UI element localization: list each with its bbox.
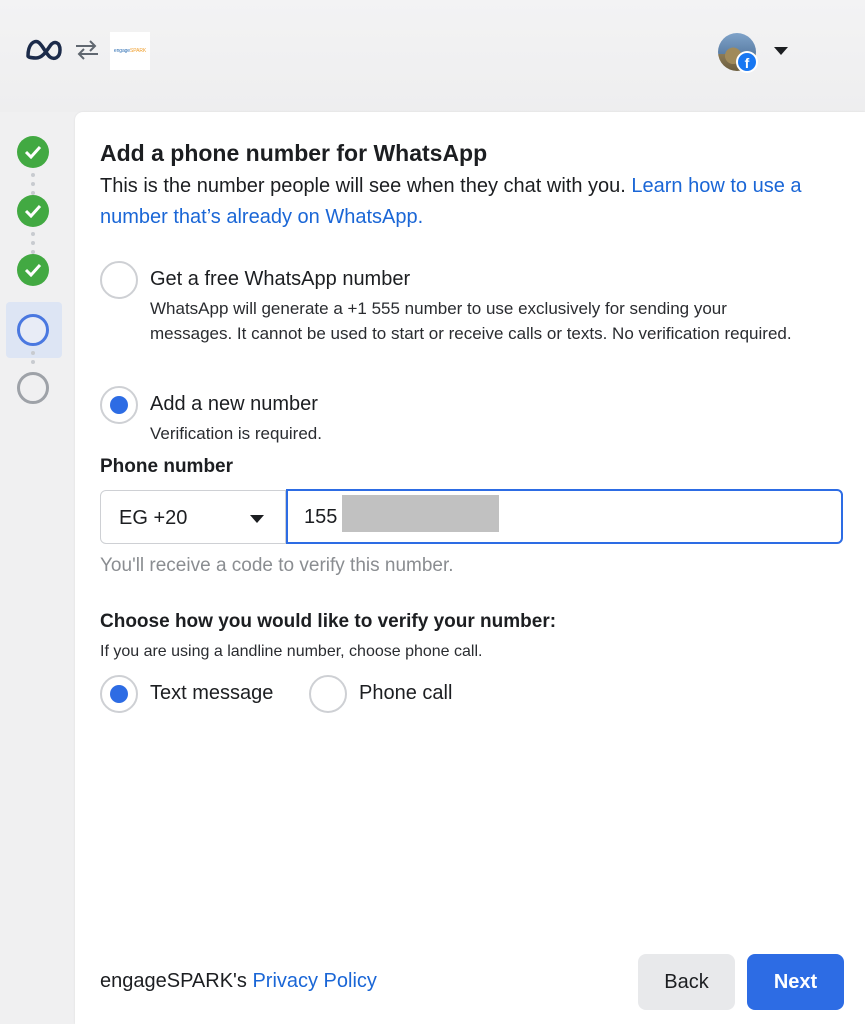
step-5-pending-icon [17,372,49,404]
partner-logo: engageSPARK [110,32,150,70]
progress-stepper [0,112,75,1024]
free-number-radio[interactable] [100,261,138,299]
main-panel: Add a phone number for WhatsApp This is … [75,112,865,1024]
chevron-down-icon [250,515,264,523]
step-4-current-icon [17,314,49,346]
facebook-badge-icon: f [736,51,758,73]
step-3-complete-icon [17,254,49,286]
phone-number-label: Phone number [100,456,234,477]
back-button[interactable]: Back [638,954,735,1010]
phone-call-label: Phone call [359,682,453,704]
swap-icon [76,40,98,60]
redacted-digits [342,495,499,532]
free-number-title: Get a free WhatsApp number [150,268,411,290]
step-connector [31,351,35,369]
meta-logo-icon [26,39,62,61]
text-message-radio[interactable] [100,675,138,713]
phone-number-input[interactable]: 155 [286,489,843,544]
privacy-policy-text: engageSPARK's Privacy Policy [100,970,377,992]
step-2-complete-icon [17,195,49,227]
new-number-title: Add a new number [150,393,318,415]
privacy-policy-link[interactable]: Privacy Policy [252,970,376,992]
new-number-radio[interactable] [100,386,138,424]
top-bar: engageSPARK f [0,0,865,112]
phone-call-radio[interactable] [309,675,347,713]
new-number-description: Verification is required. [150,424,322,443]
verify-method-heading: Choose how you would like to verify your… [100,611,557,632]
country-code-select[interactable]: EG +20 [100,490,286,544]
next-button[interactable]: Next [747,954,844,1010]
page-title: Add a phone number for WhatsApp [100,140,488,166]
step-1-complete-icon [17,136,49,168]
account-menu-caret-icon[interactable] [774,47,788,55]
free-number-description: WhatsApp will generate a +1 555 number t… [150,299,792,343]
page-subtitle: This is the number people will see when … [100,175,802,228]
verify-method-note: If you are using a landline number, choo… [100,643,483,660]
phone-hint: You'll receive a code to verify this num… [100,555,454,576]
text-message-label: Text message [150,682,274,704]
